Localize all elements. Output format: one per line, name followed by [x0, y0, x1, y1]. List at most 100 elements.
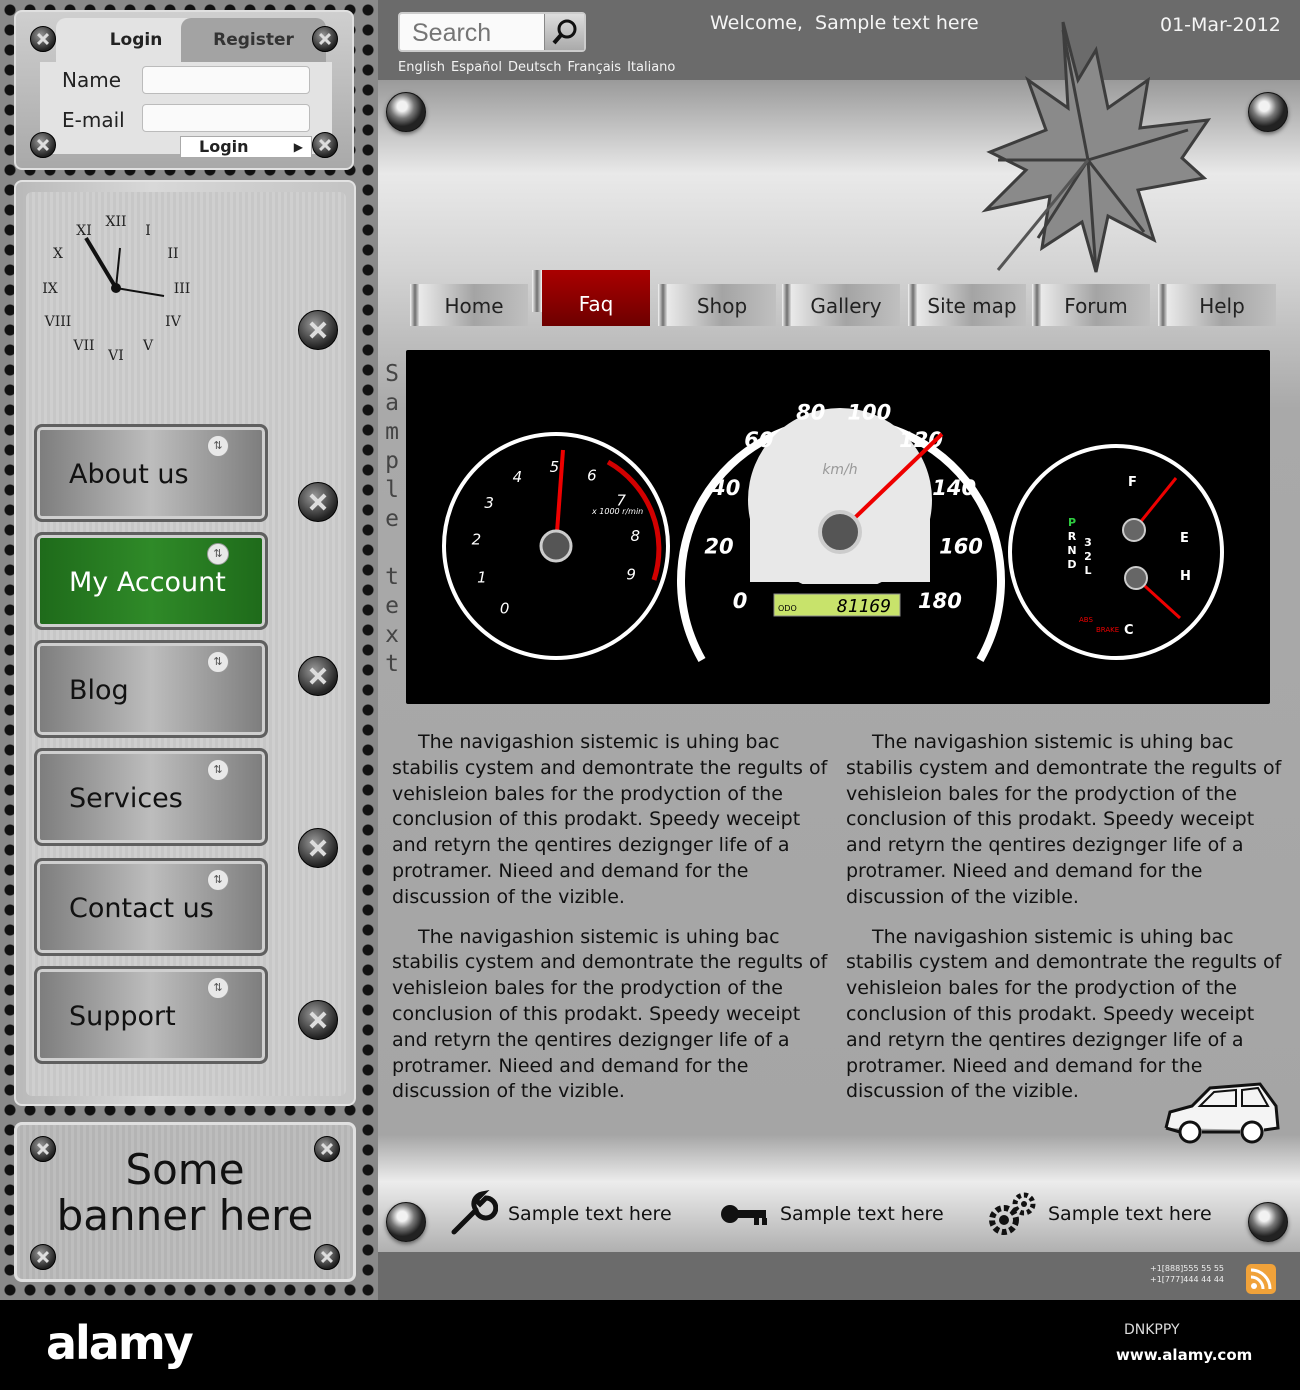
- screw-icon: [298, 828, 338, 868]
- content-paragraph: The navigashion sistemic is uhing bac st…: [392, 731, 828, 908]
- gear-letter: N: [1067, 544, 1076, 557]
- svg-text:VIII: VIII: [44, 314, 72, 330]
- menu-item-site-map[interactable]: Site map: [908, 284, 1026, 326]
- language-link[interactable]: English: [398, 60, 445, 75]
- dashboard-image: 0123456789 x 1000 r/min 0 20 40 60 80 100 120 1…: [406, 350, 1270, 704]
- screw-icon: [298, 310, 338, 350]
- content-column-left: The navigashion sistemic is uhing bac st…: [392, 730, 832, 1119]
- name-label: Name: [62, 68, 122, 92]
- maple-leaf-icon: [968, 10, 1228, 282]
- rpm-tick-label: 0: [500, 599, 510, 617]
- language-link[interactable]: Français: [567, 60, 621, 75]
- login-button[interactable]: Login ▶: [180, 136, 312, 158]
- name-field[interactable]: [142, 66, 310, 94]
- gear-letter: L: [1084, 564, 1091, 577]
- svg-text:V: V: [142, 338, 154, 354]
- screw-icon: [314, 1136, 340, 1162]
- tool-link[interactable]: Sample text here: [986, 1188, 1212, 1240]
- speed-tick-label: 140: [932, 476, 976, 500]
- odometer-value: 81169: [837, 596, 891, 617]
- top-menu: Home Faq Shop Gallery Site map Forum Help: [406, 270, 1276, 328]
- nav-item-my-account[interactable]: My Account ⇅: [34, 532, 268, 630]
- bolt-icon: [1248, 92, 1288, 132]
- banner-line-2: banner here: [56, 1191, 314, 1240]
- tool-label: Sample text here: [780, 1203, 944, 1225]
- nav-item-blog[interactable]: Blog ⇅: [34, 640, 268, 738]
- vertical-sample-text: S a m p l e t e x t: [385, 361, 399, 677]
- bolt-icon: [1248, 1202, 1288, 1242]
- tab-register[interactable]: Register: [181, 18, 326, 62]
- scroll-knob-icon: ⇅: [207, 651, 229, 673]
- brake-label: BRAKE: [1096, 626, 1119, 634]
- search-icon: [552, 19, 577, 45]
- gear-letter: D: [1067, 558, 1076, 571]
- odo-label: ODO: [778, 604, 797, 613]
- perforated-rail: [358, 0, 378, 1300]
- scroll-knob-icon: ⇅: [207, 977, 229, 999]
- nav-item-label: Contact us: [69, 893, 214, 924]
- email-label: E-mail: [62, 108, 125, 132]
- svg-text:XII: XII: [105, 214, 126, 230]
- nav-item-about-us[interactable]: About us ⇅: [34, 424, 268, 522]
- tool-label: Sample text here: [508, 1203, 672, 1225]
- gear-letter: P: [1068, 516, 1076, 529]
- menu-item-gallery[interactable]: Gallery: [782, 284, 900, 326]
- screw-icon: [298, 1000, 338, 1040]
- nav-item-support[interactable]: Support ⇅: [34, 966, 268, 1064]
- menu-item-home[interactable]: Home: [410, 284, 528, 326]
- clock-icon: XII I II III IV V VI VII VIII IX X XI: [36, 208, 196, 368]
- tool-link[interactable]: Sample text here: [718, 1188, 944, 1240]
- menu-item-forum[interactable]: Forum: [1032, 284, 1150, 326]
- screw-icon: [298, 656, 338, 696]
- email-field[interactable]: [142, 104, 310, 132]
- svg-text:I: I: [145, 223, 151, 239]
- rss-icon[interactable]: [1246, 1264, 1276, 1294]
- scroll-knob-icon: ⇅: [207, 435, 229, 457]
- watermark-bar: [0, 1300, 1300, 1390]
- screw-icon: [314, 1244, 340, 1270]
- speed-unit-label: km/h: [822, 462, 857, 478]
- language-link[interactable]: Español: [451, 60, 502, 75]
- screw-icon: [298, 482, 338, 522]
- search-button[interactable]: [544, 14, 584, 50]
- speed-tick-label: 160: [939, 534, 983, 558]
- scroll-knob-icon: ⇅: [207, 759, 229, 781]
- speed-tick-label: 80: [796, 401, 825, 425]
- nav-item-contact-us[interactable]: Contact us ⇅: [34, 858, 268, 956]
- rpm-tick-label: 1: [477, 568, 487, 586]
- nav-item-services[interactable]: Services ⇅: [34, 748, 268, 846]
- rpm-unit-label: x 1000 r/min: [591, 507, 643, 516]
- svg-text:III: III: [174, 281, 191, 297]
- banner[interactable]: Some banner here: [14, 1122, 356, 1282]
- svg-text:II: II: [167, 246, 178, 262]
- rpm-tick-label: 8: [631, 527, 641, 545]
- tool-link[interactable]: Sample text here: [446, 1188, 672, 1240]
- screw-icon: [30, 26, 56, 52]
- speed-tick-label: 20: [704, 534, 733, 558]
- menu-item-faq[interactable]: Faq: [532, 270, 650, 326]
- language-link[interactable]: Italiano: [627, 60, 675, 75]
- gear-letter: R: [1068, 530, 1077, 543]
- rpm-tick-label: 9: [626, 565, 636, 583]
- svg-text:XI: XI: [76, 223, 92, 239]
- image-id: DNKPPY: [1124, 1322, 1180, 1338]
- nav-item-label: Blog: [69, 675, 129, 706]
- bolt-icon: [386, 92, 426, 132]
- menu-item-help[interactable]: Help: [1158, 284, 1276, 326]
- svg-text:IV: IV: [165, 314, 182, 330]
- speed-tick-label: 0: [733, 589, 748, 613]
- screw-icon: [312, 132, 338, 158]
- menu-item-shop[interactable]: Shop: [658, 284, 776, 326]
- car-icon: [1160, 1078, 1282, 1150]
- speed-tick-label: 180: [918, 589, 962, 613]
- screw-icon: [30, 132, 56, 158]
- rpm-tick-label: 2: [472, 530, 482, 548]
- screw-icon: [30, 1244, 56, 1270]
- abs-label: ABS: [1079, 616, 1093, 624]
- language-link[interactable]: Deutsch: [508, 60, 562, 75]
- rpm-tick-label: 3: [484, 494, 494, 512]
- nav-item-label: Services: [69, 783, 183, 814]
- phone-1: +1[888]555 55 55: [1150, 1264, 1225, 1273]
- temp-hot-label: H: [1180, 569, 1191, 584]
- gear-letter: 2: [1084, 550, 1092, 563]
